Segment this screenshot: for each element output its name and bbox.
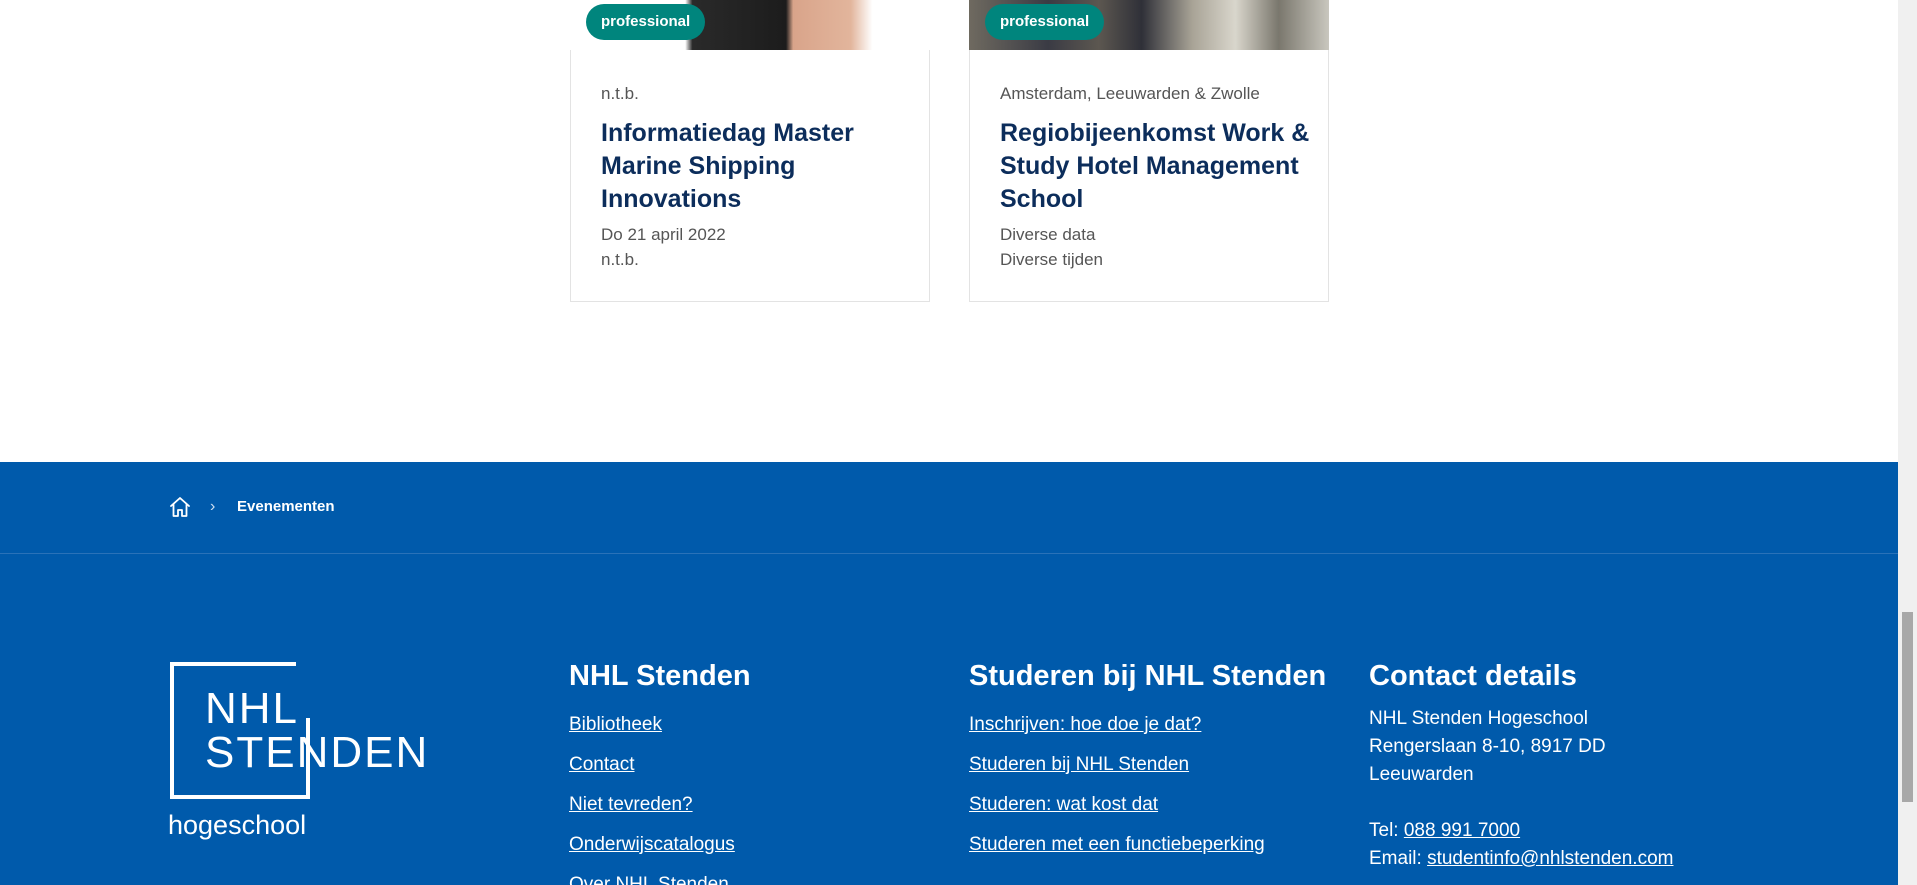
home-icon[interactable] bbox=[168, 495, 192, 519]
footer-link-onderwijscatalogus[interactable]: Onderwijscatalogus bbox=[569, 825, 929, 865]
address-line: Leeuwarden bbox=[1369, 764, 1474, 785]
event-title[interactable]: Informatiedag Master Marine Shipping Inn… bbox=[601, 117, 911, 216]
logo-text-nhl: NHL bbox=[205, 684, 300, 733]
email-label: Email: bbox=[1369, 848, 1422, 869]
footer-heading: Studeren bij NHL Stenden bbox=[969, 660, 1327, 692]
event-location: Amsterdam, Leeuwarden & Zwolle bbox=[1000, 84, 1260, 103]
logo-subtitle: hogeschool bbox=[168, 810, 307, 840]
footer-heading: Contact details bbox=[1369, 660, 1577, 692]
breadcrumb-current: Evenementen bbox=[237, 498, 335, 515]
scrollbar-thumb[interactable] bbox=[1902, 612, 1913, 802]
footer-link-bibliotheek[interactable]: Bibliotheek bbox=[569, 705, 929, 745]
footer-link-studeren-bij[interactable]: Studeren bij NHL Stenden bbox=[969, 745, 1329, 785]
footer-link-niet-tevreden[interactable]: Niet tevreden? bbox=[569, 785, 929, 825]
events-list: professional n.t.b. Informatiedag Master… bbox=[0, 0, 1898, 462]
phone-line: Tel: 088 991 7000 bbox=[1369, 817, 1729, 845]
logo-text-stenden: STENDEN bbox=[205, 728, 430, 777]
phone-link[interactable]: 088 991 7000 bbox=[1404, 820, 1520, 841]
email-line: Email: studentinfo@nhlstenden.com bbox=[1369, 845, 1729, 873]
event-card[interactable]: professional Amsterdam, Leeuwarden & Zwo… bbox=[969, 0, 1329, 302]
footer-column-nhl-stenden: NHL Stenden Bibliotheek Contact Niet tev… bbox=[569, 657, 929, 885]
event-location: n.t.b. bbox=[601, 84, 639, 103]
event-date: Do 21 april 2022 bbox=[601, 225, 726, 244]
footer-link-inschrijven[interactable]: Inschrijven: hoe doe je dat? bbox=[969, 705, 1329, 745]
event-date: Diverse data bbox=[1000, 225, 1096, 244]
footer-heading: NHL Stenden bbox=[569, 660, 751, 692]
email-link[interactable]: studentinfo@nhlstenden.com bbox=[1427, 848, 1673, 869]
breadcrumb-separator: › bbox=[210, 498, 216, 515]
page-scrollbar[interactable] bbox=[1898, 0, 1917, 885]
address-line: Rengerslaan 8-10, 8917 DD bbox=[1369, 736, 1606, 757]
event-time: n.t.b. bbox=[601, 250, 639, 269]
audience-badge: professional bbox=[985, 4, 1105, 40]
audience-badge: professional bbox=[586, 4, 706, 40]
footer-column-contact: Contact details NHL Stenden Hogeschool R… bbox=[1369, 657, 1729, 873]
event-title[interactable]: Regiobijeenkomst Work & Study Hotel Mana… bbox=[1000, 117, 1310, 216]
event-card[interactable]: professional n.t.b. Informatiedag Master… bbox=[570, 0, 930, 302]
footer-link-over-nhl-stenden[interactable]: Over NHL Stenden bbox=[569, 865, 929, 885]
phone-label: Tel: bbox=[1369, 820, 1399, 841]
address-line: NHL Stenden Hogeschool bbox=[1369, 708, 1588, 729]
site-footer: › Evenementen NHL STENDEN hogeschool NHL… bbox=[0, 462, 1898, 885]
breadcrumb: › Evenementen bbox=[0, 462, 1898, 554]
footer-link-contact[interactable]: Contact bbox=[569, 745, 929, 785]
footer-link-studeren-kosten[interactable]: Studeren: wat kost dat bbox=[969, 785, 1329, 825]
footer-link-functiebeperking[interactable]: Studeren met een functiebeperking bbox=[969, 825, 1329, 865]
event-time: Diverse tijden bbox=[1000, 250, 1103, 269]
nhl-stenden-logo[interactable]: NHL STENDEN hogeschool bbox=[168, 660, 427, 845]
footer-column-studeren: Studeren bij NHL Stenden Inschrijven: ho… bbox=[969, 657, 1329, 865]
